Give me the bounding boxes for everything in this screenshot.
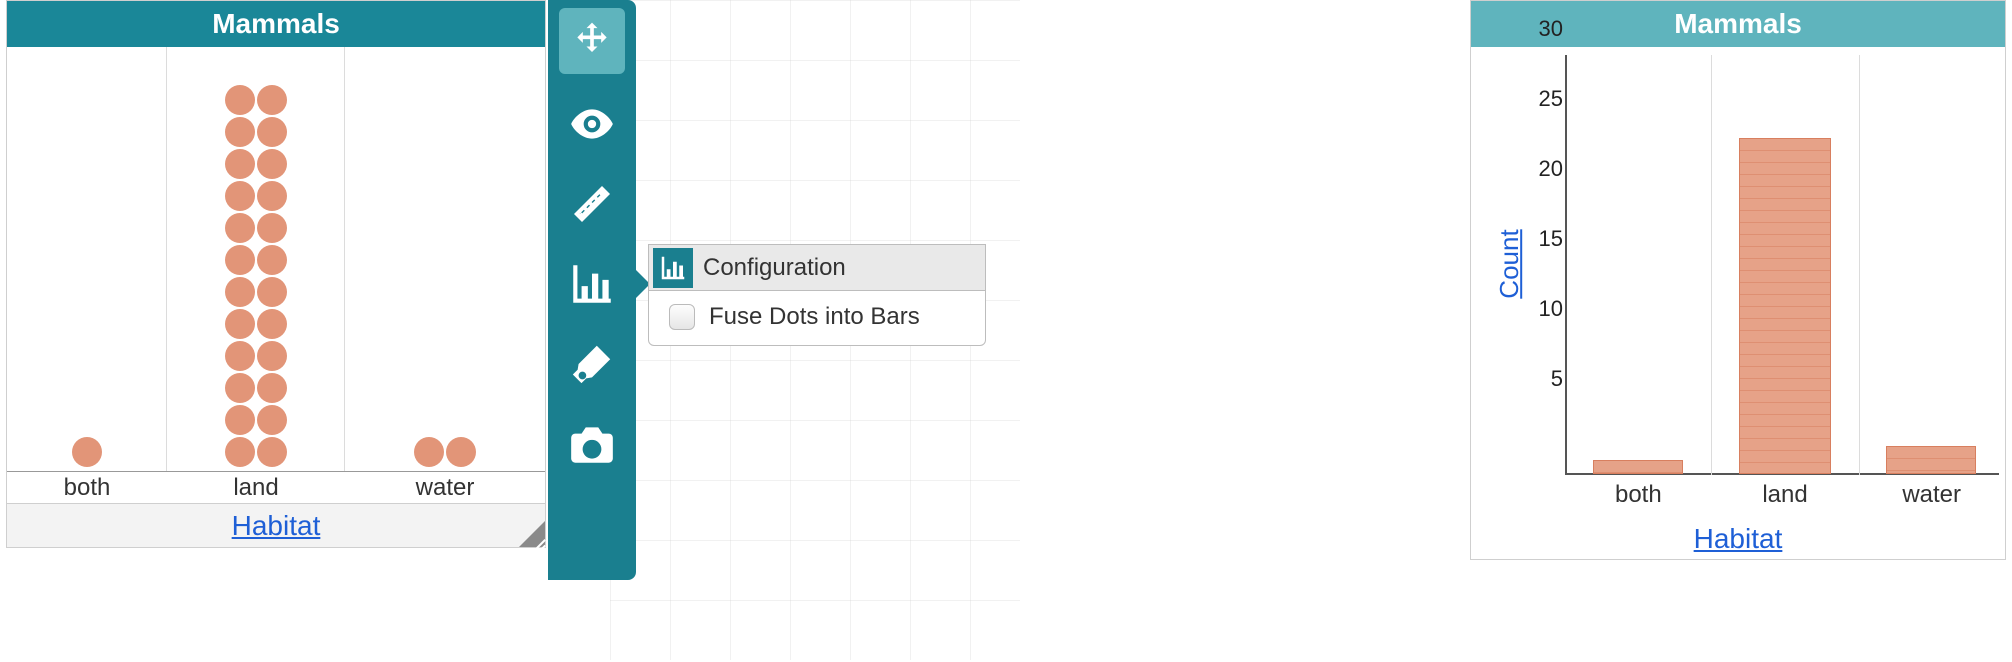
fuse-dots-checkbox[interactable]	[669, 304, 695, 330]
bar-x-tick-land: land	[1712, 481, 1859, 519]
data-dot	[225, 437, 255, 467]
y-tick-label: 10	[1539, 296, 1563, 322]
data-dot	[225, 405, 255, 435]
dot-plot-panel: Mammals both land water Habitat	[6, 0, 546, 548]
bar-chart-panel: Mammals Count 51015202530 both land wate…	[1470, 0, 2006, 560]
bar-chart-icon	[658, 253, 688, 283]
data-dot	[446, 437, 476, 467]
y-tick-label: 30	[1539, 16, 1563, 42]
camera-tool-button[interactable]	[548, 404, 636, 484]
paintbrush-icon	[569, 341, 615, 387]
move-icon	[570, 19, 614, 63]
data-dot	[257, 309, 287, 339]
eye-icon	[567, 99, 617, 149]
y-axis-line	[1565, 55, 1567, 475]
visibility-tool-button[interactable]	[548, 84, 636, 164]
data-bar	[1886, 446, 1975, 474]
column-divider	[1859, 55, 1860, 475]
y-tick-label: 20	[1539, 156, 1563, 182]
data-dot	[225, 341, 255, 371]
ruler-icon	[568, 180, 616, 228]
chart-config-tool-button[interactable]	[548, 244, 636, 324]
data-dot	[225, 117, 255, 147]
configuration-popover: Configuration Fuse Dots into Bars	[648, 244, 986, 346]
y-tick-label: 15	[1539, 226, 1563, 252]
dot-x-tick-water: water	[345, 472, 545, 503]
dot-plot-x-label-row: Habitat	[7, 503, 545, 547]
data-dot	[72, 437, 102, 467]
side-toolbar	[548, 0, 636, 580]
paint-tool-button[interactable]	[548, 324, 636, 404]
data-dot	[257, 405, 287, 435]
data-dot	[225, 277, 255, 307]
data-dot	[257, 213, 287, 243]
move-tool-button[interactable]	[559, 8, 625, 74]
bar-chart-icon	[567, 259, 617, 309]
dot-plot-title: Mammals	[7, 1, 545, 47]
data-dot	[225, 213, 255, 243]
y-tick-label: 5	[1551, 366, 1563, 392]
data-dot	[225, 181, 255, 211]
dot-plot-x-axis-label[interactable]: Habitat	[232, 510, 321, 542]
bar-x-tick-water: water	[1858, 481, 2005, 519]
bar-x-tick-both: both	[1565, 481, 1712, 519]
dot-x-tick-both: both	[7, 472, 167, 503]
data-bar	[1739, 138, 1831, 474]
dot-x-tick-land: land	[167, 472, 345, 503]
data-dot	[257, 373, 287, 403]
data-dot	[225, 85, 255, 115]
bar-chart-x-axis-label[interactable]: Habitat	[1694, 523, 1783, 555]
data-dot	[225, 149, 255, 179]
configuration-popover-body: Fuse Dots into Bars	[648, 290, 986, 346]
data-dot	[257, 277, 287, 307]
dot-plot-x-ticks: both land water	[7, 471, 545, 503]
data-dot	[257, 437, 287, 467]
bar-chart-x-label-row: Habitat	[1471, 519, 2005, 559]
data-bar	[1593, 460, 1684, 474]
column-divider	[1711, 55, 1712, 475]
configuration-header-label: Configuration	[703, 254, 846, 282]
configuration-popover-header: Configuration	[648, 244, 986, 290]
configuration-header-icon	[653, 248, 693, 288]
data-dot	[257, 341, 287, 371]
bar-chart-x-ticks: both land water	[1471, 481, 2005, 519]
data-dot	[257, 181, 287, 211]
data-dot	[257, 85, 287, 115]
data-dot	[257, 149, 287, 179]
ruler-tool-button[interactable]	[548, 164, 636, 244]
dot-column-land	[167, 47, 345, 471]
resize-handle-icon[interactable]	[519, 521, 545, 547]
data-dot	[257, 117, 287, 147]
data-dot	[414, 437, 444, 467]
dot-column-water	[345, 47, 545, 471]
camera-icon	[567, 419, 617, 469]
data-dot	[225, 245, 255, 275]
data-dot	[257, 245, 287, 275]
bar-chart-y-axis-label[interactable]: Count	[1494, 229, 1525, 298]
data-dot	[225, 373, 255, 403]
bar-chart-plot-area: Count 51015202530	[1471, 47, 2005, 481]
data-dot	[225, 309, 255, 339]
fuse-dots-label: Fuse Dots into Bars	[709, 303, 920, 331]
dot-column-both	[7, 47, 167, 471]
y-tick-label: 25	[1539, 86, 1563, 112]
dot-plot-area	[7, 47, 545, 471]
